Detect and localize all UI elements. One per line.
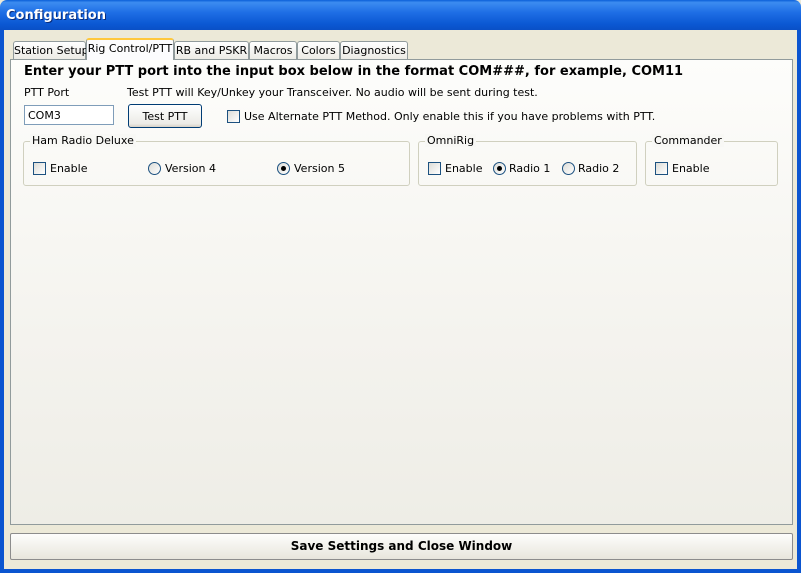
hrd-version5-radio[interactable] [277, 162, 290, 175]
tab-rb-and-pskr[interactable]: RB and PSKR [174, 41, 249, 59]
tab-label: Station Setup [14, 44, 89, 57]
tab-station-setup[interactable]: Station Setup [13, 41, 89, 59]
omnirig-enable-checkbox[interactable] [428, 162, 441, 175]
ham-radio-deluxe-group: Ham Radio Deluxe Enable Version 4 Versio… [23, 134, 410, 186]
ptt-port-label: PTT Port [24, 86, 70, 99]
save-and-close-button[interactable]: Save Settings and Close Window [10, 533, 793, 560]
tab-label: Diagnostics [342, 44, 406, 57]
radio-selected-dot [281, 166, 286, 171]
omnirig-radio2-radio[interactable] [562, 162, 575, 175]
tab-label: Rig Control/PTT [87, 42, 173, 55]
hrd-enable-checkbox[interactable] [33, 162, 46, 175]
tab-diagnostics[interactable]: Diagnostics [340, 41, 408, 59]
omnirig-radio2-label: Radio 2 [578, 162, 620, 175]
window-border-left [0, 30, 4, 573]
commander-group: Commander Enable [645, 134, 778, 186]
ptt-instruction: Enter your PTT port into the input box b… [24, 64, 684, 79]
hrd-enable-label: Enable [50, 162, 88, 175]
commander-legend: Commander [652, 134, 724, 147]
test-ptt-note: Test PTT will Key/Unkey your Transceiver… [127, 86, 538, 99]
rig-control-panel: Enter your PTT port into the input box b… [10, 59, 793, 525]
hrd-version5-label: Version 5 [294, 162, 345, 175]
alternate-ptt-label: Use Alternate PTT Method. Only enable th… [244, 110, 656, 123]
tab-label: RB and PSKR [175, 44, 248, 57]
omnirig-radio1-radio[interactable] [493, 162, 506, 175]
tab-label: Colors [301, 44, 336, 57]
omnirig-group: OmniRig Enable Radio 1 Radio 2 [418, 134, 637, 186]
tab-rig-control-ptt[interactable]: Rig Control/PTT [86, 38, 174, 60]
window-titlebar[interactable]: Configuration [0, 0, 801, 30]
radio-selected-dot [497, 166, 502, 171]
window-title: Configuration [6, 8, 106, 23]
window-border-bottom [0, 569, 801, 573]
tab-macros[interactable]: Macros [249, 41, 297, 59]
commander-enable-label: Enable [672, 162, 710, 175]
tab-label: Macros [253, 44, 293, 57]
test-ptt-button[interactable]: Test PTT [128, 104, 202, 128]
window-border-right [797, 30, 801, 573]
commander-enable-checkbox[interactable] [655, 162, 668, 175]
omnirig-radio1-label: Radio 1 [509, 162, 551, 175]
ham-radio-deluxe-legend: Ham Radio Deluxe [30, 134, 136, 147]
alternate-ptt-checkbox[interactable] [227, 110, 240, 123]
tab-colors[interactable]: Colors [297, 41, 340, 59]
omnirig-enable-label: Enable [445, 162, 483, 175]
ptt-port-input[interactable] [24, 105, 114, 125]
hrd-version4-label: Version 4 [165, 162, 216, 175]
omnirig-legend: OmniRig [425, 134, 477, 147]
hrd-version4-radio[interactable] [148, 162, 161, 175]
